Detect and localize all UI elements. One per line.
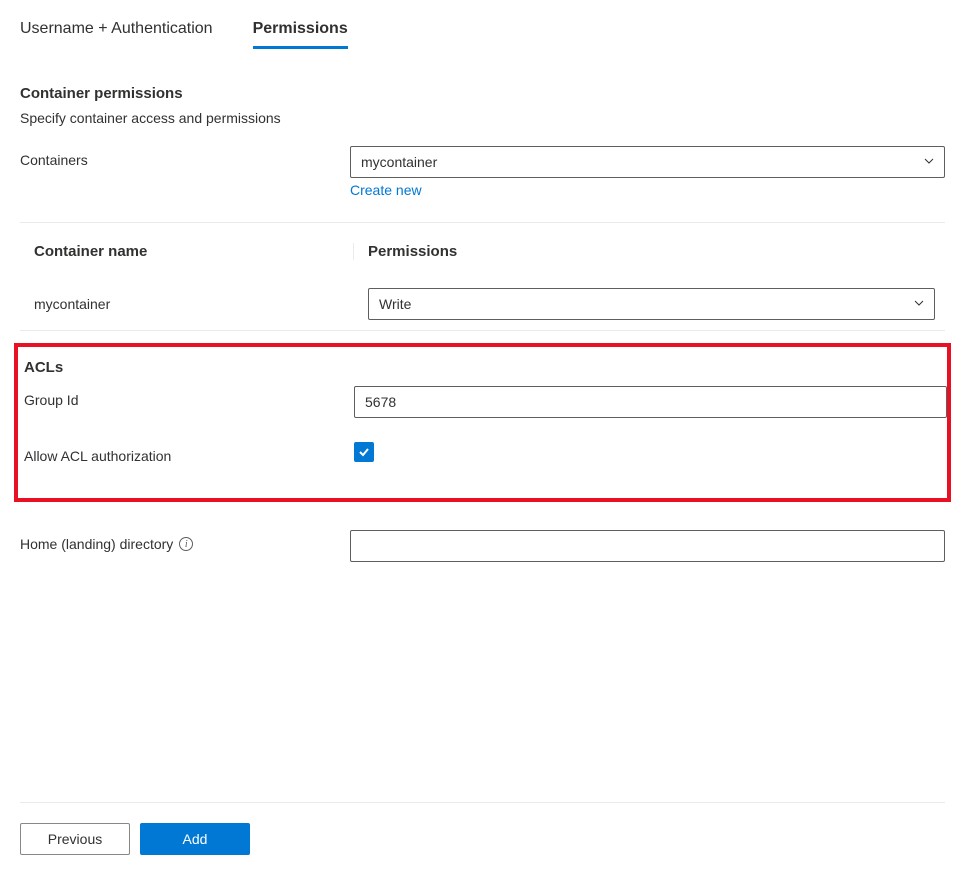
container-table: Container name Permissions mycontainer W… xyxy=(20,222,945,331)
group-id-label: Group Id xyxy=(24,386,354,408)
table-cell-name: mycontainer xyxy=(34,296,354,312)
allow-acl-label: Allow ACL authorization xyxy=(24,442,354,464)
info-icon[interactable]: i xyxy=(179,537,193,551)
container-permissions-title: Container permissions xyxy=(20,85,945,102)
home-dir-label: Home (landing) directory i xyxy=(20,530,350,552)
permission-select[interactable]: Write xyxy=(368,288,935,320)
group-id-input[interactable] xyxy=(354,386,947,418)
container-permissions-desc: Specify container access and permissions xyxy=(20,110,945,126)
tab-bar: Username + Authentication Permissions xyxy=(20,20,945,49)
acls-title: ACLs xyxy=(18,359,947,376)
containers-label: Containers xyxy=(20,146,350,168)
home-dir-input[interactable] xyxy=(350,530,945,562)
previous-button[interactable]: Previous xyxy=(20,823,130,855)
create-new-link[interactable]: Create new xyxy=(350,182,422,198)
acls-highlight-box: ACLs Group Id Allow ACL authorization xyxy=(14,343,951,502)
check-icon xyxy=(357,445,371,459)
table-header-name: Container name xyxy=(34,243,354,260)
add-button[interactable]: Add xyxy=(140,823,250,855)
tab-permissions[interactable]: Permissions xyxy=(253,20,348,49)
table-header-permissions: Permissions xyxy=(354,243,457,260)
tab-username-auth[interactable]: Username + Authentication xyxy=(20,20,213,49)
table-row: mycontainer Write xyxy=(20,280,945,331)
containers-select[interactable]: mycontainer xyxy=(350,146,945,178)
divider xyxy=(20,802,945,803)
button-row: Previous Add xyxy=(20,823,945,855)
allow-acl-checkbox[interactable] xyxy=(354,442,374,462)
